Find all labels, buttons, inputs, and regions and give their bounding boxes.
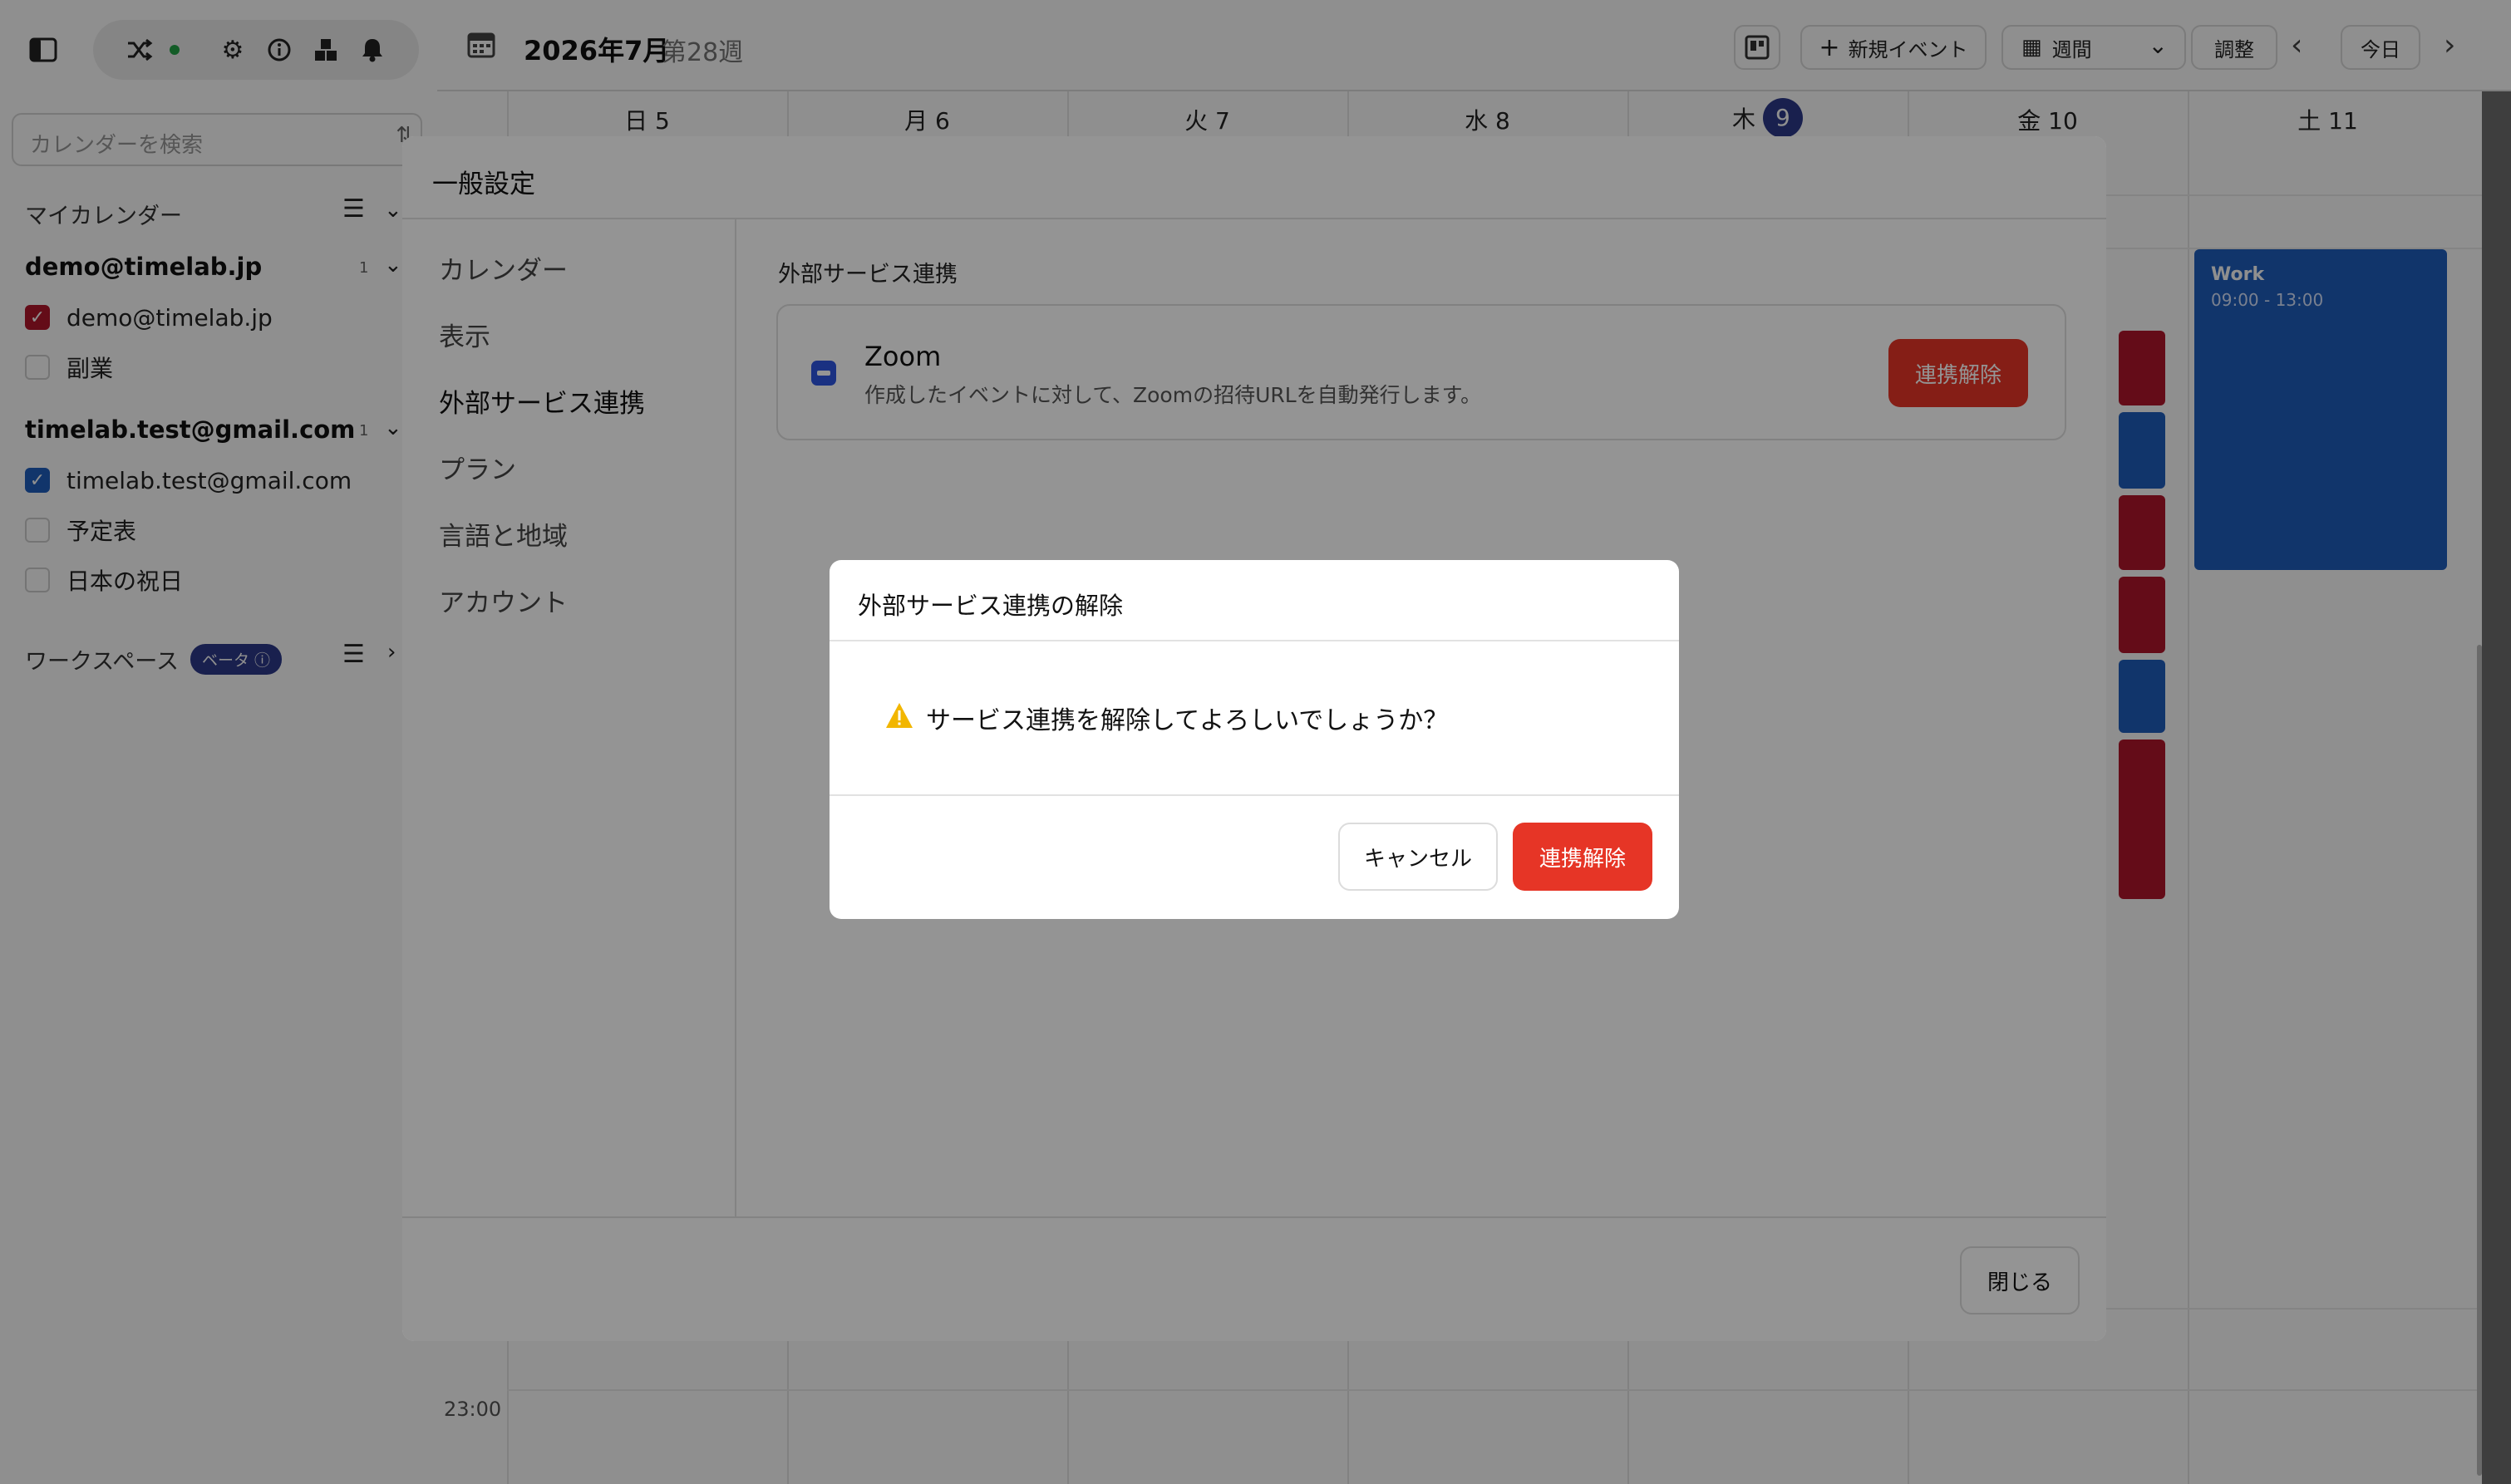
dialog-header: 外部サービス連携の解除 — [830, 560, 1679, 641]
dialog-title: 外部サービス連携の解除 — [858, 592, 1124, 620]
dialog-divider — [830, 794, 1679, 796]
cancel-button[interactable]: キャンセル — [1338, 823, 1498, 891]
warning-icon — [884, 701, 914, 731]
dialog-message: サービス連携を解除してよろしいでしょうか？ — [926, 706, 1449, 735]
confirm-dialog: 外部サービス連携の解除 サービス連携を解除してよろしいでしょうか？ キャンセル … — [830, 560, 1679, 919]
confirm-disconnect-button[interactable]: 連携解除 — [1513, 823, 1652, 891]
